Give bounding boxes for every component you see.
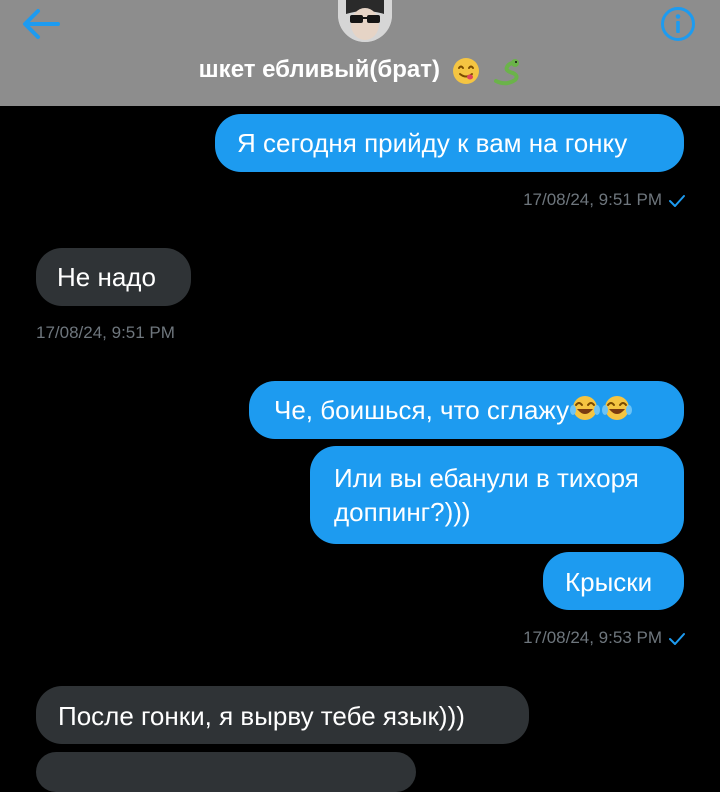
message-bubble-outgoing[interactable]: Я сегодня прийду к вам на гонку (215, 114, 684, 172)
timestamp-text: 17/08/24, 9:51 PM (36, 323, 175, 342)
message-bubble-outgoing[interactable]: Или вы ебанули в тихоря доппинг?))) (310, 446, 684, 544)
message-bubble-incoming[interactable]: Не надо (36, 248, 191, 306)
tears-of-joy-emoji (602, 396, 633, 420)
info-icon[interactable] (660, 6, 696, 42)
message-text-line: доппинг?))) (334, 497, 471, 527)
read-check-icon (669, 632, 685, 645)
message-text: Крыски (565, 567, 653, 597)
avatar-image (338, 0, 392, 42)
arrow-left-icon[interactable] (20, 6, 62, 42)
timestamp-text: 17/08/24, 9:51 PM (523, 190, 662, 209)
message-timestamp: 17/08/24, 9:51 PM (440, 190, 686, 210)
read-check-icon (669, 194, 685, 207)
contact-name-text: шкет ебливый(брат) (198, 56, 440, 83)
message-text: Че, боишься, что сглажу (274, 395, 570, 425)
message-text: Я сегодня прийду к вам на гонку (237, 128, 628, 158)
message-text: После гонки, я вырву тебе язык))) (58, 701, 465, 731)
message-bubble-outgoing[interactable]: Крыски (543, 552, 684, 610)
contact-name[interactable]: шкет ебливый(брат) (0, 54, 720, 86)
snake-emoji (494, 58, 520, 85)
message-bubble-outgoing[interactable]: Че, боишься, что сглажу (249, 381, 684, 439)
message-timestamp: 17/08/24, 9:51 PM (36, 323, 236, 343)
tears-of-joy-emoji (570, 396, 601, 420)
message-bubble-incoming-partial[interactable] (36, 752, 416, 792)
yum-face-emoji (452, 57, 479, 84)
message-bubble-incoming[interactable]: После гонки, я вырву тебе язык))) (36, 686, 529, 744)
contact-avatar[interactable] (338, 0, 392, 42)
message-timestamp: 17/08/24, 9:53 PM (440, 628, 686, 648)
timestamp-text: 17/08/24, 9:53 PM (523, 628, 662, 647)
message-text: Не надо (57, 262, 156, 292)
chat-header: шкет ебливый(брат) (0, 0, 720, 106)
message-text-line: Или вы ебанули в тихоря (334, 463, 639, 493)
